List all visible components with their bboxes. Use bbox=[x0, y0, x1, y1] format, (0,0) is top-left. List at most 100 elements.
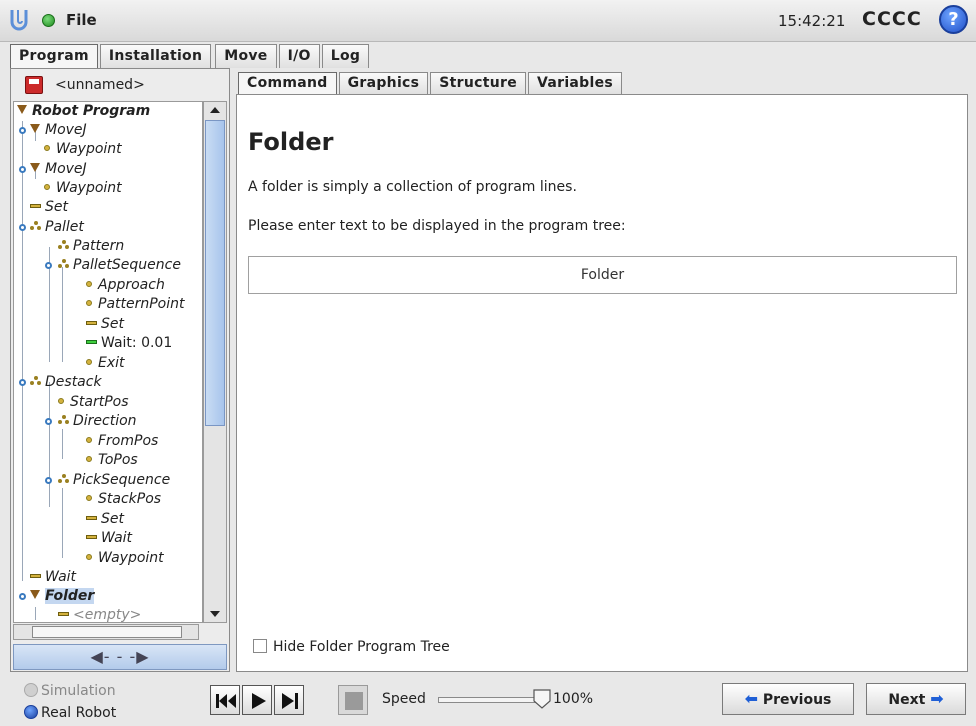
pallet-icon bbox=[58, 259, 70, 269]
speed-label: Speed bbox=[382, 691, 426, 707]
tree-node-to-pos[interactable]: ToPos bbox=[86, 451, 138, 470]
hide-tree-option[interactable]: Hide Folder Program Tree bbox=[253, 639, 450, 655]
scroll-up-icon[interactable] bbox=[210, 107, 220, 113]
play-button[interactable] bbox=[242, 685, 272, 715]
tree-node-set[interactable]: Set bbox=[30, 198, 68, 217]
pallet-icon bbox=[58, 474, 70, 484]
tree-node-robot-program[interactable]: Robot Program bbox=[17, 102, 150, 121]
tree-node-pattern-point[interactable]: PatternPoint bbox=[86, 295, 185, 314]
tab-io[interactable]: I/O bbox=[278, 44, 320, 68]
tree-node-waypoint[interactable]: Waypoint bbox=[86, 549, 164, 568]
tree-node-exit[interactable]: Exit bbox=[86, 354, 125, 373]
folder-triangle-icon bbox=[30, 163, 40, 172]
scroll-thumb[interactable] bbox=[32, 626, 182, 638]
sub-tabs: Command Graphics Structure Variables bbox=[238, 72, 624, 94]
robot-name: CCCC bbox=[862, 8, 922, 30]
command-bar-icon bbox=[86, 516, 97, 520]
bottom-bar: Simulation Real Robot Speed 100% ⬅ Previ… bbox=[0, 678, 976, 726]
waypoint-dot-icon bbox=[86, 456, 92, 462]
waypoint-dot-icon bbox=[86, 554, 92, 560]
command-bar-icon bbox=[86, 321, 97, 325]
tree-node-stack-pos[interactable]: StackPos bbox=[86, 490, 161, 509]
command-bar-icon bbox=[86, 535, 97, 539]
tree-node-waypoint[interactable]: Waypoint bbox=[44, 179, 122, 198]
tree-node-set[interactable]: Set bbox=[86, 510, 124, 529]
arrow-left-icon: ⬅ bbox=[744, 689, 758, 708]
tree-node-pattern[interactable]: Pattern bbox=[58, 237, 124, 256]
previous-button[interactable]: ⬅ Previous bbox=[722, 683, 854, 715]
tree-node-movej[interactable]: MoveJ bbox=[30, 160, 87, 179]
tree-node-destack[interactable]: Destack bbox=[30, 373, 102, 392]
skip-start-icon bbox=[216, 694, 236, 708]
main-tabs: Program Installation Move I/O Log bbox=[10, 44, 371, 68]
ur-logo-icon bbox=[10, 10, 28, 31]
arrow-right-icon: ➡ bbox=[930, 689, 944, 708]
command-bar-icon bbox=[30, 204, 41, 208]
tree-node-wait[interactable]: Wait bbox=[30, 568, 76, 587]
pallet-icon bbox=[30, 221, 42, 231]
tree-node-empty[interactable]: <empty> bbox=[58, 606, 141, 622]
tree-vertical-scrollbar[interactable] bbox=[203, 101, 227, 623]
next-button[interactable]: Next ➡ bbox=[866, 683, 966, 715]
tree-node-start-pos[interactable]: StartPos bbox=[58, 393, 129, 412]
waypoint-dot-icon bbox=[44, 184, 50, 190]
waypoint-dot-icon bbox=[86, 437, 92, 443]
tree-node-pallet[interactable]: Pallet bbox=[30, 218, 84, 237]
pallet-icon bbox=[58, 415, 70, 425]
folder-triangle-icon bbox=[17, 105, 27, 114]
folder-triangle-icon bbox=[30, 124, 40, 133]
pallet-icon bbox=[30, 376, 42, 386]
tab-move[interactable]: Move bbox=[215, 44, 277, 68]
folder-name-input[interactable] bbox=[248, 256, 957, 294]
simulation-mode-option[interactable]: Simulation bbox=[24, 683, 116, 699]
tree-node-movej[interactable]: MoveJ bbox=[30, 121, 87, 140]
stop-icon bbox=[345, 692, 363, 710]
tree-horizontal-scrollbar[interactable] bbox=[13, 624, 199, 640]
speed-slider-knob[interactable] bbox=[533, 689, 551, 709]
tree-node-from-pos[interactable]: FromPos bbox=[86, 432, 158, 451]
tree-node-pallet-sequence[interactable]: PalletSequence bbox=[58, 256, 181, 275]
double-arrow-icon: ◀- - -▶ bbox=[90, 647, 150, 666]
radio-icon bbox=[24, 683, 38, 697]
stop-button[interactable] bbox=[338, 685, 368, 715]
tree-node-approach[interactable]: Approach bbox=[86, 276, 165, 295]
command-bar-icon bbox=[58, 612, 69, 616]
tree-node-pick-sequence[interactable]: PickSequence bbox=[58, 471, 170, 490]
save-icon[interactable] bbox=[25, 76, 43, 94]
tab-installation[interactable]: Installation bbox=[99, 44, 212, 68]
tree-node-wait[interactable]: Wait bbox=[86, 529, 132, 548]
tab-log[interactable]: Log bbox=[321, 44, 370, 68]
folder-name-prompt: Please enter text to be displayed in the… bbox=[248, 218, 626, 234]
pallet-icon bbox=[58, 240, 70, 250]
real-robot-mode-option[interactable]: Real Robot bbox=[24, 705, 116, 721]
scroll-thumb[interactable] bbox=[205, 120, 225, 426]
waypoint-dot-icon bbox=[58, 398, 64, 404]
skip-to-start-button[interactable] bbox=[210, 685, 240, 715]
tree-node-folder[interactable]: Folder bbox=[30, 587, 95, 606]
folder-triangle-icon bbox=[30, 590, 40, 599]
tab-program[interactable]: Program bbox=[10, 44, 98, 68]
tree-node-wait-active[interactable]: Wait: 0.01 bbox=[86, 334, 172, 353]
play-icon bbox=[252, 693, 266, 709]
help-icon[interactable]: ? bbox=[939, 5, 968, 34]
file-menu[interactable]: File bbox=[66, 11, 97, 29]
tree-node-direction[interactable]: Direction bbox=[58, 412, 137, 431]
program-tree[interactable]: Robot Program MoveJ Waypoint MoveJ Waypo… bbox=[13, 101, 203, 623]
waypoint-dot-icon bbox=[44, 145, 50, 151]
top-bar: File 15:42:21 CCCC ? bbox=[0, 0, 976, 42]
hide-tree-label: Hide Folder Program Tree bbox=[273, 639, 450, 655]
command-bar-icon bbox=[30, 574, 41, 578]
speed-value: 100% bbox=[553, 691, 594, 707]
step-button[interactable] bbox=[274, 685, 304, 715]
speed-slider[interactable] bbox=[438, 697, 548, 703]
tab-variables[interactable]: Variables bbox=[528, 72, 623, 94]
tab-command[interactable]: Command bbox=[238, 72, 337, 94]
tab-structure[interactable]: Structure bbox=[430, 72, 526, 94]
scroll-down-icon[interactable] bbox=[210, 611, 220, 617]
waypoint-dot-icon bbox=[86, 495, 92, 501]
tree-node-set[interactable]: Set bbox=[86, 315, 124, 334]
tab-graphics[interactable]: Graphics bbox=[338, 72, 429, 94]
collapse-panel-button[interactable]: ◀- - -▶ bbox=[13, 644, 227, 670]
hide-tree-checkbox[interactable] bbox=[253, 639, 267, 653]
tree-node-waypoint[interactable]: Waypoint bbox=[44, 140, 122, 159]
